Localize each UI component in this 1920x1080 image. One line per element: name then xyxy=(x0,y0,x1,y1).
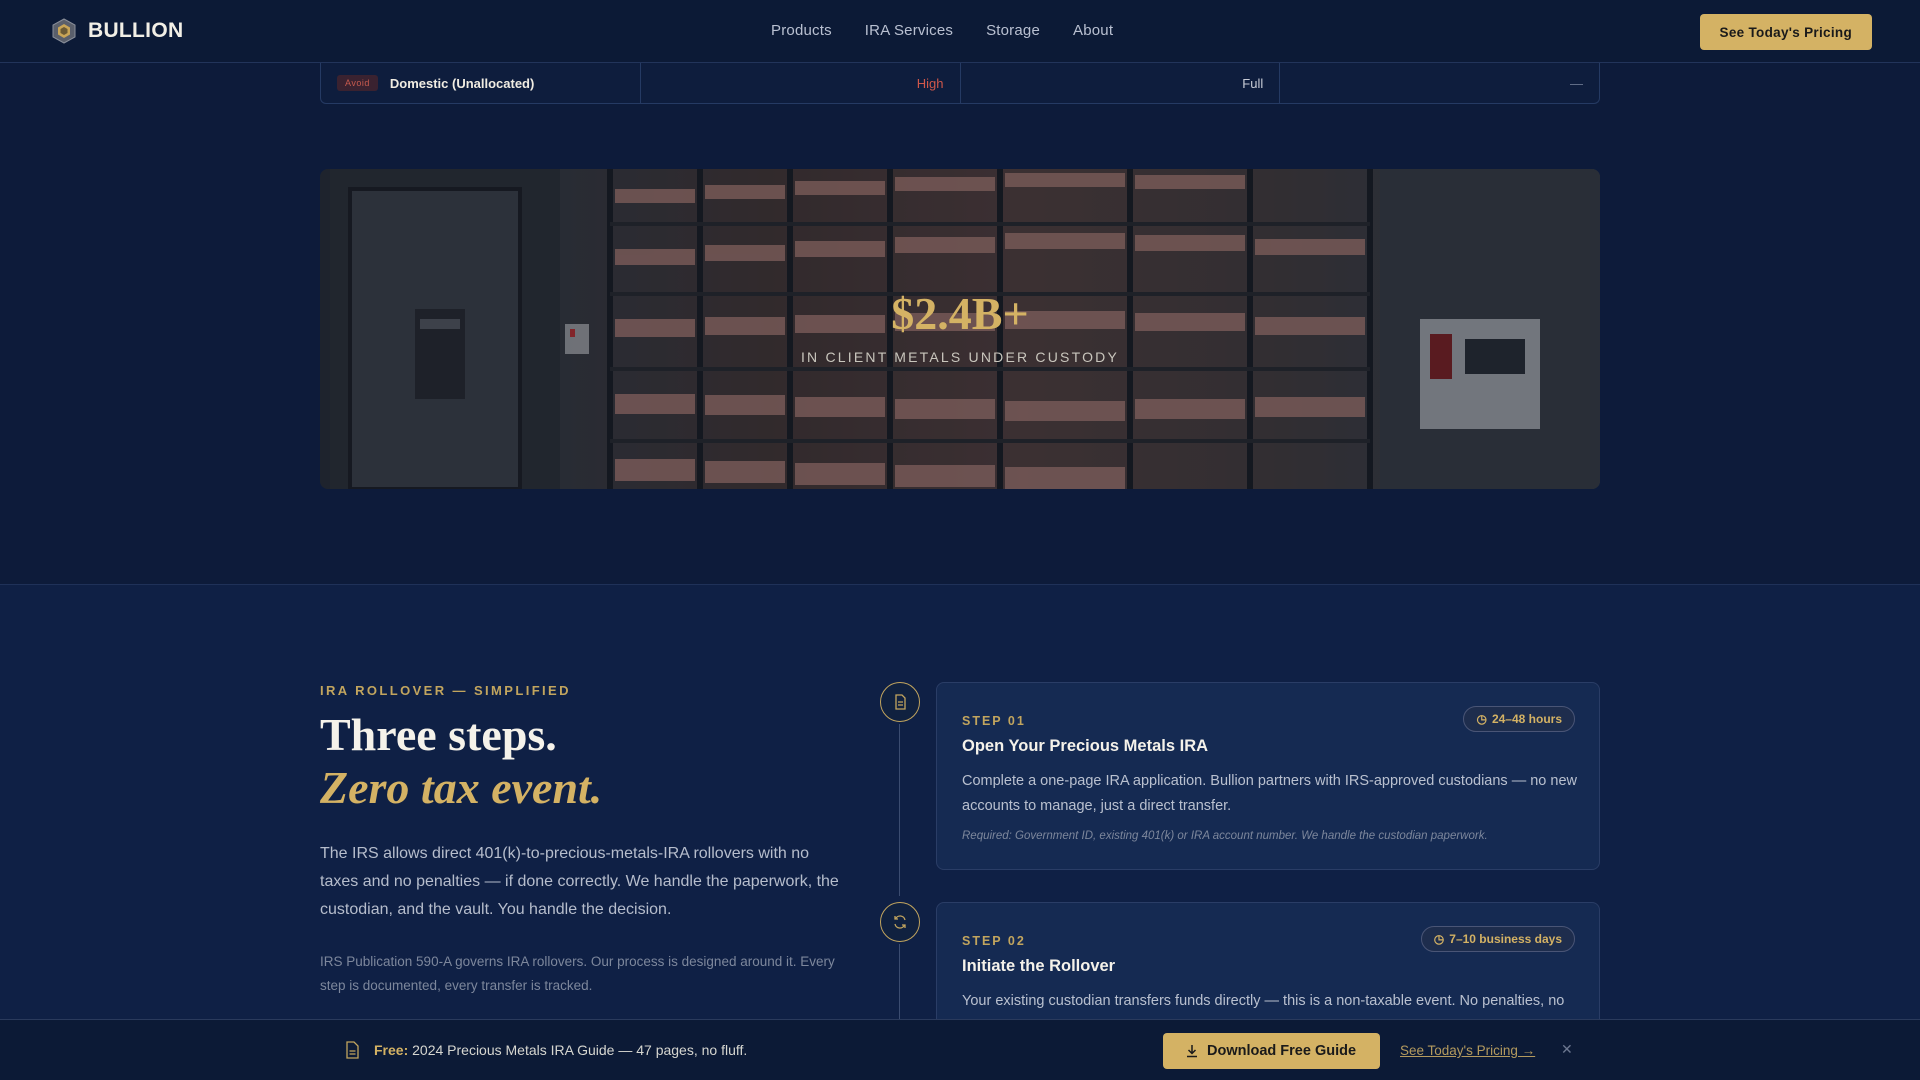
see-pricing-link[interactable]: See Today's Pricing → xyxy=(1400,1043,1535,1058)
duration-label: 7–10 business days xyxy=(1449,932,1562,946)
rollover-heading-line1: Three steps. xyxy=(320,709,557,760)
comparison-table-row: Avoid Domestic (Unallocated) High Full — xyxy=(320,63,1600,104)
row-name-cell: Avoid Domestic (Unallocated) xyxy=(321,63,641,103)
guide-offer-text: Free: 2024 Precious Metals IRA Guide — 4… xyxy=(374,1042,747,1058)
duration-badge: ◷ 24–48 hours xyxy=(1463,706,1575,732)
nav-links: Products IRA Services Storage About xyxy=(771,22,1113,39)
nav-link-ira-services[interactable]: IRA Services xyxy=(865,22,953,39)
coverage-value: Full xyxy=(1242,75,1264,91)
avoid-badge: Avoid xyxy=(337,75,378,91)
row-name: Domestic (Unallocated) xyxy=(389,75,535,91)
step-requirements: Required: Government ID, existing 401(k)… xyxy=(962,830,1488,842)
extra-value: — xyxy=(1570,75,1583,91)
coverage-cell: Full xyxy=(961,63,1281,103)
custody-caption: IN CLIENT METALS UNDER CUSTODY xyxy=(800,349,1120,365)
hexagon-logo-icon xyxy=(52,18,76,44)
rollover-eyebrow: IRA ROLLOVER — SIMPLIFIED xyxy=(320,683,571,698)
refresh-icon xyxy=(880,902,920,942)
download-guide-button[interactable]: Download Free Guide xyxy=(1163,1033,1381,1069)
duration-label: 24–48 hours xyxy=(1491,712,1562,726)
nav-link-storage[interactable]: Storage xyxy=(986,22,1040,39)
clock-icon: ◷ xyxy=(1476,712,1487,726)
step-description: Complete a one-page IRA application. Bul… xyxy=(962,773,1577,814)
clock-icon: ◷ xyxy=(1433,932,1445,946)
risk-cell: High xyxy=(641,63,961,103)
step-title: Initiate the Rollover xyxy=(962,957,1116,975)
document-icon xyxy=(346,1041,359,1059)
rollover-heading-line2: Zero tax event. xyxy=(320,762,603,813)
risk-value: High xyxy=(916,75,944,91)
vault-hero-image: $2.4B+ IN CLIENT METALS UNDER CUSTODY xyxy=(320,169,1600,489)
step-card-1: STEP 01 Open Your Precious Metals IRA ◷ … xyxy=(936,682,1600,870)
step-title: Open Your Precious Metals IRA xyxy=(962,737,1209,755)
custody-stat: $2.4B+ xyxy=(891,288,1029,339)
download-icon xyxy=(1187,1045,1197,1058)
extra-cell: — xyxy=(1280,63,1599,103)
close-icon[interactable]: ✕ xyxy=(1561,1041,1573,1058)
duration-badge: ◷ 7–10 business days xyxy=(1420,926,1575,952)
nav-link-about[interactable]: About xyxy=(1073,22,1113,39)
brand[interactable]: BULLION xyxy=(51,18,183,44)
brand-name: BULLION xyxy=(88,19,184,42)
step-connector xyxy=(899,724,900,896)
step-number: STEP 01 xyxy=(962,714,1026,728)
top-navigation: BULLION Products IRA Services Storage Ab… xyxy=(0,0,1920,63)
step-connector xyxy=(899,944,900,1024)
document-icon xyxy=(880,682,920,722)
rollover-fine-print: IRS Publication 590-A governs IRA rollov… xyxy=(320,954,835,993)
see-pricing-button[interactable]: See Today's Pricing xyxy=(1699,14,1872,50)
download-guide-label: Download Free Guide xyxy=(1207,1043,1357,1059)
nav-link-products[interactable]: Products xyxy=(771,22,832,39)
guide-description: 2024 Precious Metals IRA Guide — 47 page… xyxy=(412,1042,748,1058)
rollover-lead: The IRS allows direct 401(k)-to-precious… xyxy=(320,845,839,918)
step-number: STEP 02 xyxy=(962,934,1026,948)
free-label: Free: xyxy=(374,1042,409,1058)
sticky-guide-bar: Free: 2024 Precious Metals IRA Guide — 4… xyxy=(0,1019,1920,1080)
